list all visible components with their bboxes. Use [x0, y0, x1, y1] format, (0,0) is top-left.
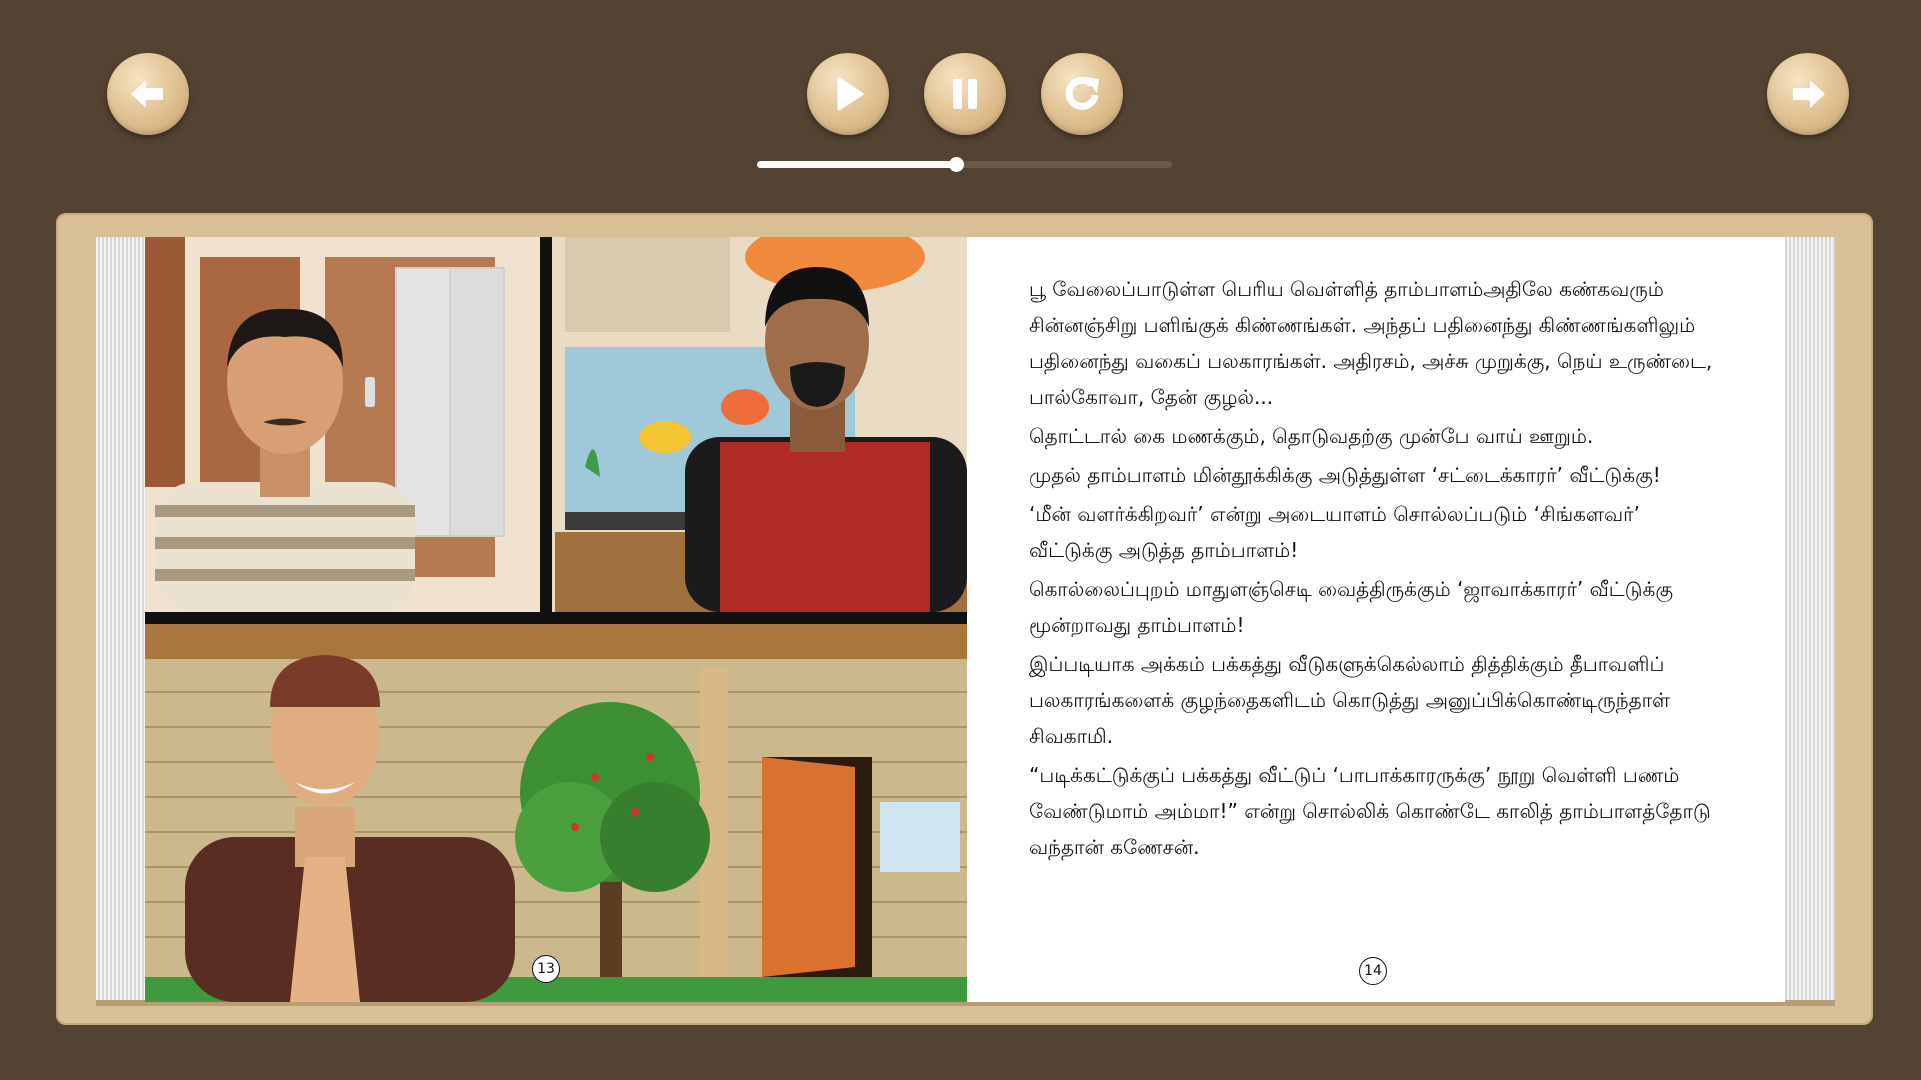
page-number-right: 14: [1359, 957, 1387, 985]
replay-button[interactable]: [1041, 53, 1123, 135]
pause-button[interactable]: [924, 53, 1006, 135]
story-text: பூ வேலைப்பாடுள்ள பெரிய வெள்ளித் தாம்பாளம…: [1029, 271, 1729, 868]
story-paragraph: ‘மீன் வளர்க்கிறவர்’ என்று அடையாளம் சொல்ல…: [1029, 502, 1640, 562]
story-paragraph: தொட்டால் கை மணக்கும், தொடுவதற்கு முன்பே …: [1029, 424, 1594, 448]
back-arrow-icon: [131, 80, 163, 108]
page-stack-left: [96, 237, 146, 1002]
replay-icon: [1065, 76, 1099, 110]
story-paragraph: முதல் தாம்பாளம் மின்தூக்கிக்கு அடுத்துள்…: [1029, 463, 1661, 487]
back-button[interactable]: [107, 53, 189, 135]
story-paragraph: “படிக்கட்டுக்குப் பக்கத்து வீட்டுப் ‘பாப…: [1029, 763, 1711, 859]
progress-thumb[interactable]: [949, 157, 965, 172]
play-icon: [837, 77, 864, 111]
story-paragraph: பூ வேலைப்பாடுள்ள பெரிய வெள்ளித் தாம்பாளம…: [1029, 277, 1713, 409]
progress-slider[interactable]: [757, 157, 1172, 172]
next-arrow-icon: [1793, 80, 1825, 108]
progress-fill: [757, 161, 957, 168]
left-page-illustration: [145, 237, 967, 1002]
page-stack-right: [1785, 237, 1835, 1002]
play-button[interactable]: [807, 53, 889, 135]
story-illustration: [145, 237, 967, 1002]
page-number-left: 13: [532, 955, 560, 983]
next-button[interactable]: [1767, 53, 1849, 135]
story-paragraph: கொல்லைப்புறம் மாதுளஞ்செடி வைத்திருக்கும்…: [1029, 577, 1673, 637]
right-page: பூ வேலைப்பாடுள்ள பெரிய வெள்ளித் தாம்பாளம…: [967, 237, 1785, 1002]
pause-icon: [953, 79, 977, 109]
story-paragraph: இப்படியாக அக்கம் பக்கத்து வீடுகளுக்கெல்ல…: [1029, 652, 1671, 748]
